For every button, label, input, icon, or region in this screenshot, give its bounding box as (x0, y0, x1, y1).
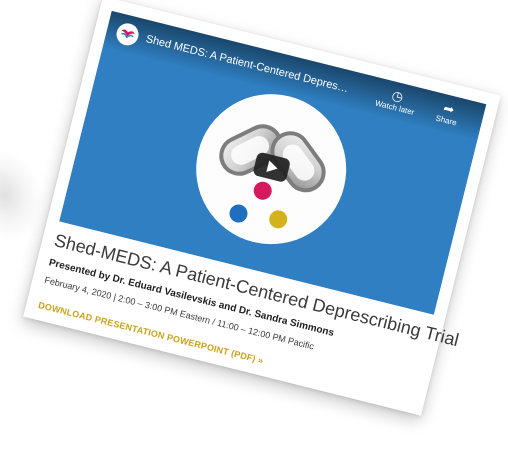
play-icon (266, 160, 279, 175)
video-player[interactable]: Shed MEDS: A Patient-Centered Deprescrib… (59, 10, 487, 315)
webinar-card: Shed MEDS: A Patient-Centered Deprescrib… (23, 0, 501, 416)
blue-dot (229, 204, 248, 223)
yellow-dot (269, 210, 288, 229)
red-dot (253, 181, 272, 200)
page: Shed MEDS: A Patient-Centered Deprescrib… (0, 0, 508, 451)
